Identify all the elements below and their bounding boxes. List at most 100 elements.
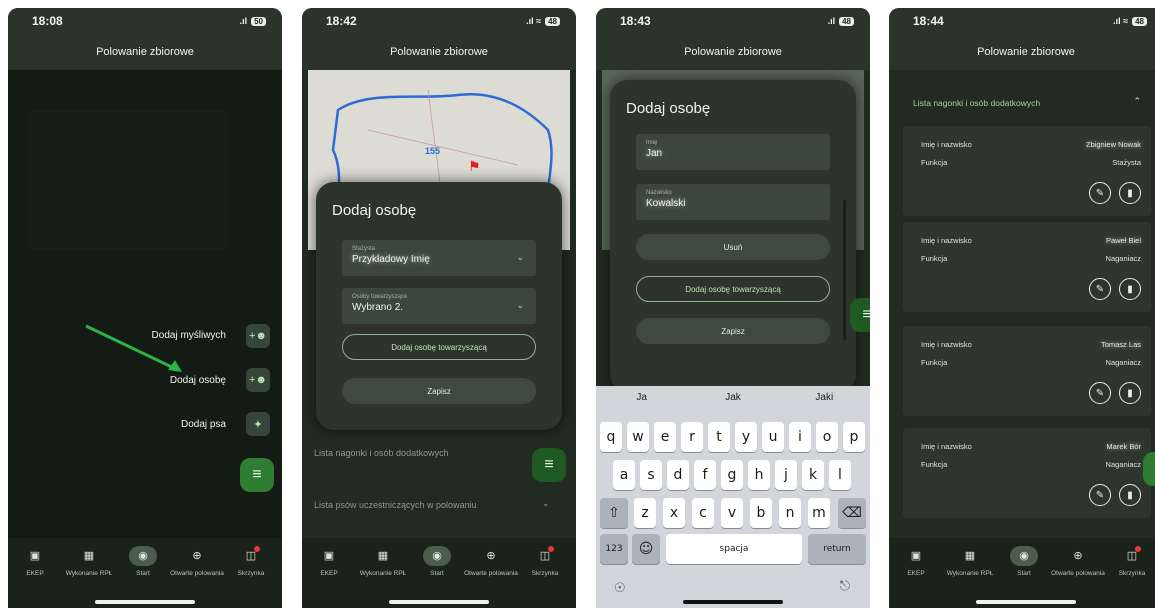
chevron-down-icon: ⌄ (516, 252, 524, 262)
section-title: Lista nagonki i osób dodatkowych (913, 98, 1041, 108)
key-m[interactable]: m (808, 498, 830, 528)
space-key[interactable]: spacja (666, 534, 802, 564)
return-key[interactable]: return (808, 534, 866, 564)
dimmed-content[interactable]: Dodaj myśliwych +☻ Dodaj osobę +☻ Dodaj … (8, 70, 282, 538)
nav-skrzynka[interactable]: ◫ Skrzynka (518, 546, 572, 578)
menu-icon[interactable]: ≡ (1143, 452, 1155, 486)
status-bar: 18:08 .ıl 50 (8, 8, 282, 34)
add-person-icon[interactable]: +☻ (246, 368, 270, 392)
nav-wykonanie[interactable]: ▦ Wykonanie RPŁ (943, 546, 997, 578)
nav-start[interactable]: ◉ Start (997, 546, 1051, 578)
key-d[interactable]: d (667, 460, 689, 490)
nav-wykonanie[interactable]: ▦ Wykonanie RPŁ (356, 546, 410, 578)
shift-key[interactable]: ⇧ (600, 498, 628, 528)
status-bar: 18:44 .ıl ≈48 (889, 8, 1155, 34)
edit-icon[interactable]: ✎ (1089, 382, 1111, 404)
add-companion-button[interactable]: Dodaj osobę towarzyszącą (342, 334, 536, 360)
signal-icon: .ıl ≈ (526, 16, 542, 26)
add-companion-button[interactable]: Dodaj osobę towarzyszącą (636, 276, 830, 302)
nav-skrzynka[interactable]: ◫ Skrzynka (1105, 546, 1155, 578)
nav-ekep[interactable]: ▣ EKEP (889, 546, 943, 578)
scrollbar[interactable] (843, 200, 846, 340)
nav-ekep[interactable]: ▣ EKEP (8, 546, 62, 578)
nav-otwarte[interactable]: ⊕ Otwarte polowania (464, 546, 518, 578)
microphone-icon[interactable]: ⎋ (840, 578, 850, 594)
key-a[interactable]: a (613, 460, 635, 490)
key-x[interactable]: x (663, 498, 685, 528)
section-beaters-list[interactable]: Lista nagonki i osób dodatkowych (314, 448, 449, 458)
save-button[interactable]: Zapisz (636, 318, 830, 344)
companions-select[interactable]: Osoby towarzyszące Wybrano 2. ⌄ (342, 288, 536, 324)
key-j[interactable]: j (775, 460, 797, 490)
chevron-up-icon[interactable]: ⌃ (1133, 96, 1141, 107)
delete-icon[interactable]: ▮ (1119, 182, 1141, 204)
delete-icon[interactable]: ▮ (1119, 278, 1141, 300)
key-n[interactable]: n (779, 498, 801, 528)
globe-icon[interactable]: ☉ (614, 580, 626, 596)
key-b[interactable]: b (750, 498, 772, 528)
key-y[interactable]: y (735, 422, 757, 452)
menu-label-add-hunters[interactable]: Dodaj myśliwych (152, 330, 226, 341)
key-h[interactable]: h (748, 460, 770, 490)
section-dogs-list[interactable]: Lista psów uczestniczących w polowaniu (314, 500, 477, 510)
add-person-icon[interactable]: +☻ (246, 324, 270, 348)
key-t[interactable]: t (708, 422, 730, 452)
key-w[interactable]: w (627, 422, 649, 452)
suggestion-3[interactable]: Jaki (779, 392, 870, 414)
first-name-field[interactable]: Imię Jan (636, 134, 830, 170)
key-g[interactable]: g (721, 460, 743, 490)
person-name: Paweł Biel (1105, 236, 1141, 245)
key-p[interactable]: p (843, 422, 865, 452)
last-name-field[interactable]: Nazwisko Kowalski (636, 184, 830, 220)
nav-wykonanie[interactable]: ▦ Wykonanie RPŁ (62, 546, 116, 578)
nav-start[interactable]: ◉ Start (116, 546, 170, 578)
menu-icon[interactable]: ≡ (240, 458, 274, 492)
edit-icon[interactable]: ✎ (1089, 484, 1111, 506)
person-function: Stażysta (1112, 158, 1141, 167)
map-region-number: 155 (425, 146, 441, 156)
person-card: Imię i nazwisko Marek Bór Funkcja Naganiacz… (903, 428, 1151, 518)
keyboard: Ja Jak Jaki qwertyuiop asdfghjkl zxcvbnm ⇧… (596, 386, 870, 608)
key-l[interactable]: l (829, 460, 851, 490)
nav-ekep[interactable]: ▣ EKEP (302, 546, 356, 578)
edit-icon[interactable]: ✎ (1089, 278, 1111, 300)
key-k[interactable]: k (802, 460, 824, 490)
section-header[interactable]: Lista nagonki i osób dodatkowych ⌃ (889, 82, 1155, 126)
nav-otwarte[interactable]: ⊕ Otwarte polowania (170, 546, 224, 578)
key-o[interactable]: o (816, 422, 838, 452)
menu-label-add-person[interactable]: Dodaj osobę (170, 375, 226, 386)
edit-icon[interactable]: ✎ (1089, 182, 1111, 204)
backspace-key[interactable]: ⌫ (838, 498, 866, 528)
nav-start[interactable]: ◉ Start (410, 546, 464, 578)
key-u[interactable]: u (762, 422, 784, 452)
key-f[interactable]: f (694, 460, 716, 490)
key-z[interactable]: z (634, 498, 656, 528)
trainee-select[interactable]: Stażysta Przykładowy Imię ⌄ (342, 240, 536, 276)
delete-button[interactable]: Usuń (636, 234, 830, 260)
key-e[interactable]: e (654, 422, 676, 452)
key-c[interactable]: c (692, 498, 714, 528)
nav-skrzynka[interactable]: ◫ Skrzynka (224, 546, 278, 578)
inbox-icon: ◫ (531, 546, 559, 566)
key-i[interactable]: i (789, 422, 811, 452)
menu-icon[interactable]: ≡ (532, 448, 566, 482)
delete-icon[interactable]: ▮ (1119, 382, 1141, 404)
suggestion-bar: Ja Jak Jaki (596, 392, 870, 414)
dog-icon[interactable]: ✦ (246, 412, 270, 436)
nav-otwarte[interactable]: ⊕ Otwarte polowania (1051, 546, 1105, 578)
key-s[interactable]: s (640, 460, 662, 490)
save-button[interactable]: Zapisz (342, 378, 536, 404)
name-label: Imię i nazwisko (921, 236, 972, 245)
chevron-down-icon[interactable]: ⌄ (542, 498, 550, 509)
menu-label-add-dog[interactable]: Dodaj psa (181, 419, 226, 430)
person-card: Imię i nazwisko Tomasz Las Funkcja Naganiac… (903, 326, 1151, 416)
emoji-icon[interactable]: ☺ (632, 534, 660, 564)
menu-icon[interactable]: ≡ (850, 298, 870, 332)
numbers-key[interactable]: 123 (600, 534, 628, 564)
key-v[interactable]: v (721, 498, 743, 528)
suggestion-1[interactable]: Ja (596, 392, 687, 414)
key-r[interactable]: r (681, 422, 703, 452)
delete-icon[interactable]: ▮ (1119, 484, 1141, 506)
suggestion-2[interactable]: Jak (687, 392, 778, 414)
key-q[interactable]: q (600, 422, 622, 452)
